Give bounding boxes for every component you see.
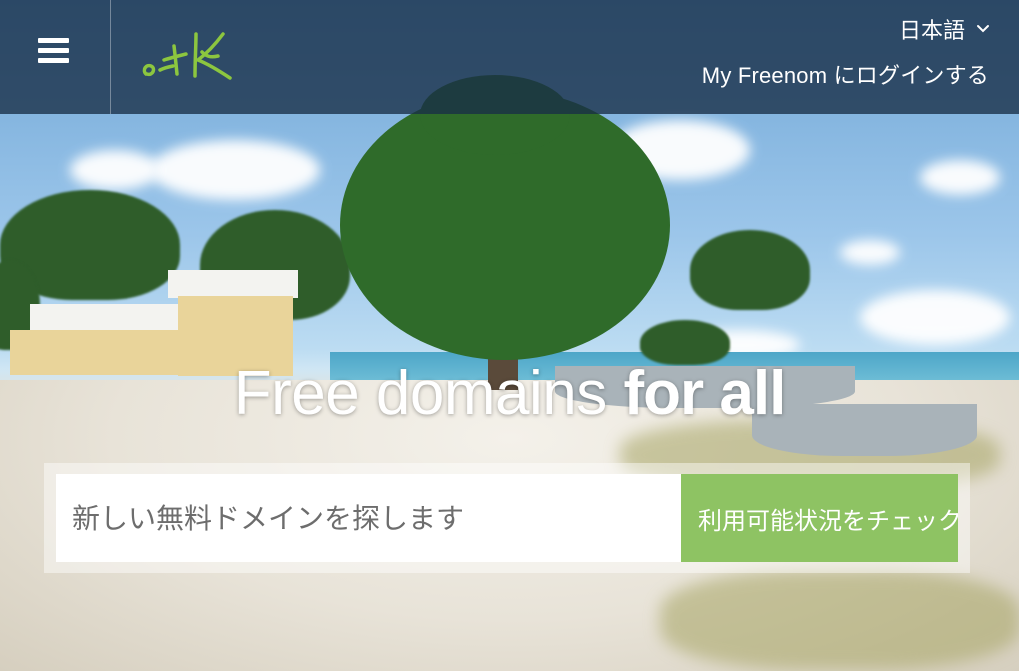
menu-button[interactable] [0, 0, 111, 114]
hero-title: Free domains for all [0, 358, 1019, 429]
login-suffix: にログインする [827, 63, 989, 88]
login-link[interactable]: My Freenom にログインする [702, 58, 989, 90]
check-availability-button[interactable]: 利用可能状況をチェック [681, 474, 958, 562]
login-brand: My Freenom [701, 63, 828, 88]
tk-logo[interactable] [138, 22, 258, 88]
language-selector[interactable]: 日本語 [899, 13, 991, 45]
language-label: 日本語 [898, 18, 965, 43]
site-header: 日本語 My Freenom にログインする [0, 0, 1019, 114]
domain-search-input[interactable] [56, 474, 682, 562]
domain-search-form: 利用可能状況をチェック [44, 463, 970, 573]
hero-title-bold: for all [623, 359, 786, 428]
hero-title-light: Free domains [233, 359, 624, 428]
chevron-down-icon [977, 25, 989, 33]
tk-logo-icon [142, 32, 232, 80]
